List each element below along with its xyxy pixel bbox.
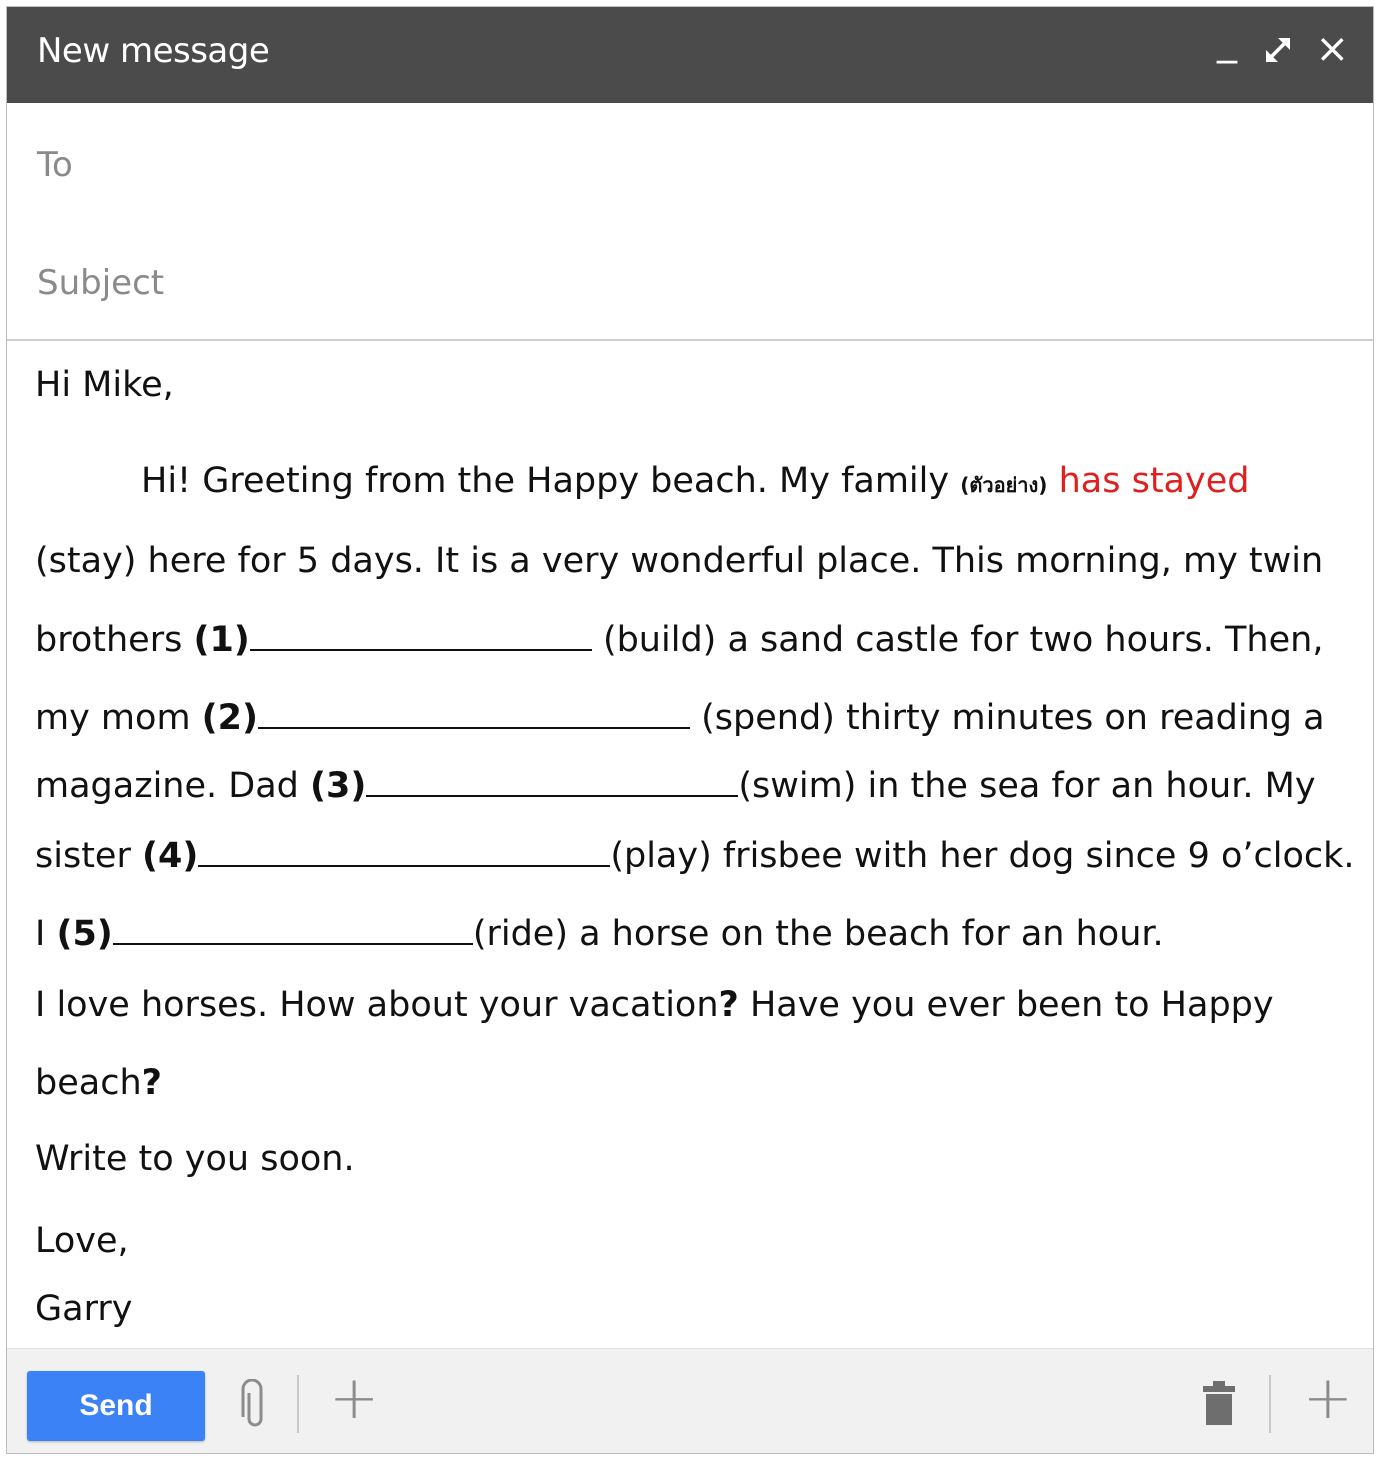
answer-blank-4[interactable] — [198, 835, 611, 867]
body-text: (build) a sand castle for two hours. The… — [591, 620, 1324, 660]
discard-button[interactable] — [1201, 1379, 1237, 1431]
blank-number-3: (3) — [310, 766, 367, 806]
close-button[interactable]: × — [1315, 29, 1349, 69]
body-text: Write to you soon. — [35, 1139, 355, 1179]
example-answer: has stayed — [1058, 461, 1250, 501]
signature: Garry — [35, 1289, 133, 1329]
to-field[interactable]: To — [7, 105, 1373, 225]
blank-number-4: (4) — [141, 836, 199, 876]
body-line-9: beach? — [35, 1063, 162, 1103]
trash-icon — [1203, 1381, 1235, 1425]
body-text: (stay) here for 5 days. It is a very won… — [35, 541, 1324, 581]
body-text: I — [35, 914, 57, 954]
window-title: New message — [37, 31, 270, 71]
send-button[interactable]: Send — [27, 1371, 205, 1441]
compose-window: New message _ × To Subject Hi Mike, Hi! … — [6, 6, 1374, 1454]
answer-blank-5[interactable] — [112, 913, 473, 945]
answer-blank-3[interactable] — [366, 765, 739, 797]
greeting-line: Hi Mike, — [35, 365, 174, 405]
subject-label: Subject — [37, 263, 165, 303]
body-line-4: my mom (2) (spend) thirty minutes on rea… — [35, 697, 1325, 738]
body-text: beach — [35, 1063, 142, 1103]
body-text: Love, — [35, 1221, 129, 1261]
compose-toolbar: Send + + — [7, 1348, 1373, 1453]
toolbar-divider — [1269, 1375, 1271, 1433]
greeting: Hi Mike, — [35, 365, 174, 405]
body-line-6: sister (4) (play) frisbee with her dog si… — [35, 835, 1355, 876]
body-text: magazine. Dad — [35, 766, 311, 806]
answer-blank-1[interactable] — [249, 619, 592, 651]
blank-number-1: (1) — [193, 620, 250, 660]
body-line-7: I (5) (ride) a horse on the beach for an … — [35, 913, 1164, 954]
blank-number-2: (2) — [201, 698, 259, 738]
question-mark: ? — [141, 1063, 162, 1103]
answer-blank-2[interactable] — [258, 697, 691, 729]
more-options-plus-right[interactable]: + — [1303, 1363, 1353, 1433]
subject-field[interactable]: Subject — [7, 223, 1373, 341]
blank-number-5: (5) — [56, 914, 113, 954]
body-text: (spend) thirty minutes on reading a — [690, 698, 1325, 738]
more-options-plus[interactable]: + — [329, 1363, 379, 1433]
body-line-8: I love horses. How about your vacation? … — [35, 985, 1274, 1025]
to-label: To — [37, 145, 73, 185]
thai-example-label: (ตัวอย่าง) — [960, 473, 1048, 497]
body-text: Have you ever been to Happy — [738, 985, 1274, 1025]
body-line-1: Hi! Greeting from the Happy beach. My fa… — [141, 461, 1249, 501]
expand-icon — [1266, 38, 1290, 62]
body-text: (swim) in the sea for an hour. My — [738, 766, 1316, 806]
toolbar-divider — [297, 1375, 299, 1433]
closing-line: Write to you soon. — [35, 1139, 355, 1179]
maximize-button[interactable] — [1261, 29, 1295, 67]
title-bar: New message _ × — [7, 7, 1373, 103]
body-line-3: brothers (1) (build) a sand castle for t… — [35, 619, 1323, 660]
body-text: (play) frisbee with her dog since 9 o’cl… — [610, 836, 1355, 876]
signoff-line: Love, — [35, 1221, 129, 1261]
question-mark: ? — [718, 985, 739, 1025]
signature-line: Garry — [35, 1289, 132, 1329]
body-line-2: (stay) here for 5 days. It is a very won… — [35, 541, 1323, 581]
body-line-5: magazine. Dad (3) (swim) in the sea for a… — [35, 765, 1316, 806]
body-text: my mom — [35, 698, 202, 738]
body-text: I love horses. How about your vacation — [35, 985, 719, 1025]
body-text: (ride) a horse on the beach for an hour. — [472, 914, 1164, 954]
body-text: brothers — [35, 620, 194, 660]
body-text: sister — [35, 836, 142, 876]
body-text: Hi! Greeting from the Happy beach. My fa… — [141, 461, 961, 501]
attach-button[interactable] — [235, 1378, 275, 1435]
minimize-button[interactable]: _ — [1217, 21, 1237, 61]
paperclip-icon — [241, 1378, 263, 1427]
